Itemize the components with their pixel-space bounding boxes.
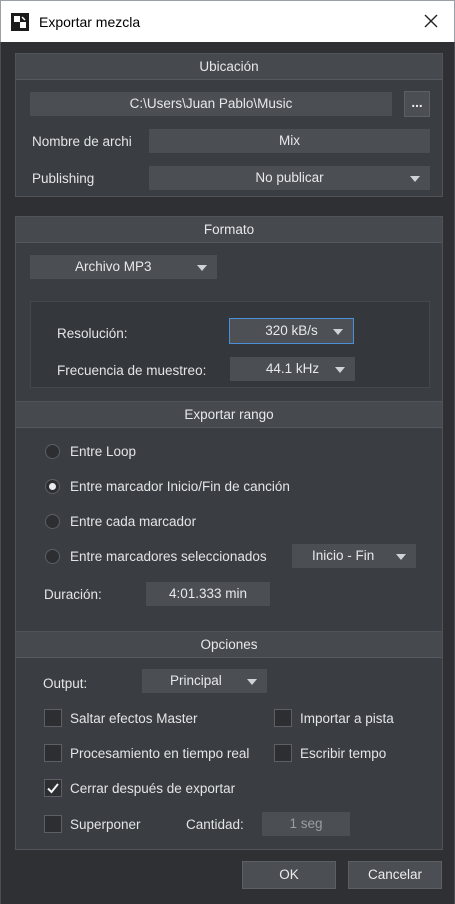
checkbox-saltar-efectos-master[interactable] xyxy=(44,709,62,727)
chevron-down-icon xyxy=(335,367,345,373)
ok-button[interactable]: OK xyxy=(242,861,336,889)
options-header: Opciones xyxy=(16,632,442,658)
title-bar: Exportar mezcla xyxy=(0,0,455,42)
chevron-down-icon xyxy=(197,265,207,271)
radio-label-entre-cada-marcador: Entre cada marcador xyxy=(70,514,197,529)
export-mix-dialog: Ubicación C:\Users\Juan Pablo\Music ... … xyxy=(0,42,455,904)
export-range-header: Exportar rango xyxy=(16,402,442,428)
chevron-down-icon xyxy=(247,679,257,685)
checkbox-cerrar-despues-exportar[interactable] xyxy=(44,779,62,797)
samplerate-label: Frecuencia de muestreo: xyxy=(57,363,207,378)
checkmark-icon xyxy=(47,783,59,794)
checkbox-label-importar-a-pista: Importar a pista xyxy=(300,711,394,726)
path-field[interactable]: C:\Users\Juan Pablo\Music xyxy=(30,92,392,116)
format-select[interactable]: Archivo MP3 xyxy=(30,255,217,279)
marker-range-value: Inicio - Fin xyxy=(312,548,375,563)
marker-range-select[interactable]: Inicio - Fin xyxy=(292,544,416,568)
radio-label-entre-loop: Entre Loop xyxy=(70,444,137,459)
checkbox-label-escribir-tempo: Escribir tempo xyxy=(300,746,387,761)
cancel-button[interactable]: Cancelar xyxy=(348,861,442,889)
samplerate-select[interactable]: 44.1 kHz xyxy=(230,357,355,381)
output-label: Output: xyxy=(43,676,88,691)
radio-label-entre-marcador-inicio-fin: Entre marcador Inicio/Fin de canción xyxy=(70,479,290,494)
checkbox-procesamiento-tiempo-real[interactable] xyxy=(44,744,62,762)
format-value: Archivo MP3 xyxy=(75,259,152,274)
samplerate-value: 44.1 kHz xyxy=(265,361,320,376)
close-icon[interactable] xyxy=(420,10,442,32)
filename-input[interactable]: Mix xyxy=(149,129,430,153)
checkbox-label-saltar-efectos-master: Saltar efectos Master xyxy=(70,711,198,726)
checkbox-label-cerrar-despues-exportar: Cerrar después de exportar xyxy=(70,781,236,796)
radio-entre-marcador-inicio-fin[interactable] xyxy=(45,479,60,494)
chevron-down-icon xyxy=(410,176,420,182)
window-title: Exportar mezcla xyxy=(39,14,141,30)
publishing-label: Publishing xyxy=(32,171,95,186)
resolution-value: 320 kB/s xyxy=(265,323,318,338)
output-value: Principal xyxy=(170,673,222,688)
output-select[interactable]: Principal xyxy=(142,669,267,693)
location-header: Ubicación xyxy=(16,54,442,80)
checkbox-label-procesamiento-tiempo-real: Procesamiento en tiempo real xyxy=(70,746,250,761)
chevron-down-icon xyxy=(333,329,343,335)
location-panel: Ubicación C:\Users\Juan Pablo\Music ... … xyxy=(15,53,443,197)
chevron-down-icon xyxy=(396,554,406,560)
checkbox-importar-a-pista[interactable] xyxy=(274,709,292,727)
checkbox-escribir-tempo[interactable] xyxy=(274,744,292,762)
amount-label: Cantidad: xyxy=(186,817,244,832)
radio-entre-marcadores-seleccionados[interactable] xyxy=(45,549,60,564)
resolution-label: Resolución: xyxy=(57,326,128,341)
options-panel: Opciones Output: Principal Saltar efecto… xyxy=(15,631,443,850)
duration-label: Duración: xyxy=(44,587,102,602)
filename-label: Nombre de archi xyxy=(32,134,132,149)
format-settings-subpanel: Resolución: 320 kB/s Frecuencia de muest… xyxy=(30,301,430,388)
resolution-select[interactable]: 320 kB/s xyxy=(229,318,354,344)
publishing-value: No publicar xyxy=(255,170,324,185)
duration-value: 4:01.333 min xyxy=(146,582,270,606)
checkbox-superponer[interactable] xyxy=(44,815,62,833)
export-range-panel: Exportar rango Entre Loop Entre marcador… xyxy=(15,401,443,655)
format-header: Formato xyxy=(16,217,442,243)
checkbox-label-superponer: Superponer xyxy=(70,817,141,832)
radio-entre-cada-marcador[interactable] xyxy=(45,514,60,529)
format-panel: Formato Archivo MP3 Resolución: 320 kB/s… xyxy=(15,216,443,430)
app-logo-icon xyxy=(11,13,29,31)
browse-button[interactable]: ... xyxy=(404,91,430,117)
radio-entre-loop[interactable] xyxy=(45,444,60,459)
radio-label-entre-marcadores-seleccionados: Entre marcadores seleccionados xyxy=(70,549,267,564)
publishing-select[interactable]: No publicar xyxy=(149,166,430,190)
amount-input[interactable]: 1 seg xyxy=(262,812,350,836)
